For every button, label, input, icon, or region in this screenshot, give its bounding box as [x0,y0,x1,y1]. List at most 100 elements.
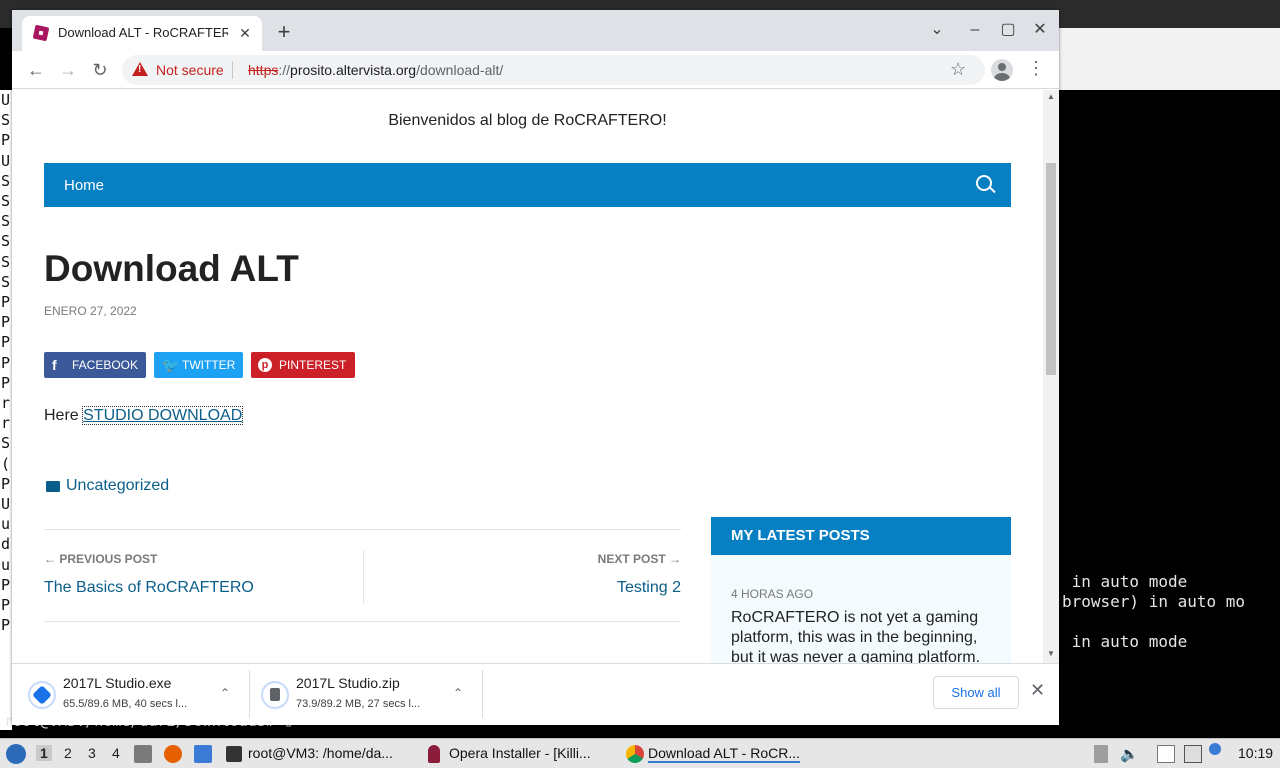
terminal-line-char: S [1,252,11,271]
terminal-line-char: P [1,474,11,493]
maximize-button[interactable]: ▢ [996,18,1020,42]
close-shelf-icon[interactable]: ✕ [1030,680,1045,701]
page-viewport: Bienvenidos al blog de RoCRAFTERO! Home … [12,90,1043,663]
volume-icon[interactable]: 🔈 [1120,745,1139,763]
next-post-link[interactable]: Testing 2 [617,579,681,597]
terminal-icon [226,746,242,762]
latest-post-time: 4 HORAS AGO [731,587,814,601]
terminal-output-line: in auto mode [1062,572,1188,591]
firefox-icon[interactable] [164,745,182,763]
tab-close-icon[interactable]: ✕ [236,24,254,42]
workspace-4[interactable]: 4 [112,745,120,761]
security-indicator[interactable]: Not secure [156,62,224,78]
desktop-icon[interactable] [194,745,212,763]
terminal-line-char: U [1,495,11,514]
terminal-line-char: S [1,212,11,231]
previous-post-link[interactable]: The Basics of RoCRAFTERO [44,579,254,597]
chevron-up-icon[interactable]: ⌃ [453,686,463,700]
next-post-label: NEXT POST → [597,552,681,566]
tab-search-icon[interactable]: ⌄ [925,18,949,42]
terminal-line-char: P [1,616,11,635]
tab-download-alt[interactable]: Download ALT - RoCRAFTERO ✕ [22,16,262,51]
terminal-output-line: in auto mode [1062,632,1188,651]
download-shelf: 2017L Studio.exe 65.5/89.6 MB, 40 secs l… [12,663,1059,725]
pinterest-icon: p [258,358,272,372]
zip-file-icon [261,681,289,709]
terminal-line-char: U [1,91,11,109]
terminal-line-char: S [1,192,11,211]
new-tab-button[interactable]: + [274,21,294,43]
terminal-line-char: S [1,434,11,453]
share-facebook-label: FACEBOOK [72,358,139,372]
terminal-line-char: P [1,333,11,352]
scroll-down-arrow-icon[interactable]: ▼ [1047,649,1055,658]
download-item[interactable]: 2017L Studio.zip 73.9/89.2 MB, 27 secs l… [245,664,482,726]
bookmark-star-icon[interactable]: ☆ [950,59,966,80]
terminal-output: in auto mode browser) in auto mo in auto … [1062,572,1245,652]
omnibox-divider [232,61,233,79]
terminal-line-char: P [1,353,11,372]
post-body-text: Here [44,407,84,424]
share-pinterest-label: PINTEREST [279,358,347,372]
latest-post-excerpt[interactable]: RoCRAFTERO is not yet a gaming platform,… [731,608,1001,663]
terminal-line-char: S [1,232,11,251]
workspace-1[interactable]: 1 [36,745,52,761]
task-opera-installer[interactable]: Opera Installer - [Killi... [449,745,591,761]
warning-icon[interactable] [132,62,148,76]
nav-home-link[interactable]: Home [64,177,104,194]
share-twitter-button[interactable]: 🐦 TWITTER [154,352,243,378]
page-scrollbar[interactable]: ▲ ▼ [1043,90,1059,663]
show-all-downloads-button[interactable]: Show all [933,676,1019,709]
task-terminal[interactable]: root@VM3: /home/da... [248,745,393,761]
terminal-line-char: P [1,575,11,594]
url-text[interactable]: https://prosito.altervista.org/download-… [248,62,503,78]
start-menu-icon[interactable] [6,744,26,764]
task-chrome[interactable]: Download ALT - RoCR... [648,745,800,763]
scrollbar-thumb[interactable] [1046,163,1056,375]
tray-scroll-icon[interactable] [1094,745,1108,763]
notification-icon[interactable] [1209,743,1221,755]
share-twitter-label: TWITTER [182,358,236,372]
workspace-3[interactable]: 3 [88,745,96,761]
terminal-line-char: P [1,596,11,615]
chevron-up-icon[interactable]: ⌃ [220,686,230,700]
reload-button[interactable]: ↻ [88,58,112,82]
back-button[interactable]: ← [24,58,48,82]
clipboard-icon[interactable] [1157,745,1175,763]
browser-menu-icon[interactable]: ⋮ [1027,58,1045,79]
post-date[interactable]: ENERO 27, 2022 [44,304,137,318]
post-nav-divider [363,550,364,604]
share-facebook-button[interactable]: f FACEBOOK [44,352,146,378]
terminal-line-char: P [1,131,11,150]
opera-installer-icon [428,745,440,763]
exe-file-icon [28,681,56,709]
minimize-button[interactable]: – [963,18,987,42]
terminal-menubar [1058,28,1280,90]
category-link[interactable]: Uncategorized [66,477,169,495]
workspace-2[interactable]: 2 [64,745,72,761]
studio-download-link[interactable]: STUDIO DOWNLOAD [82,406,244,425]
scroll-up-arrow-icon[interactable]: ▲ [1047,92,1055,101]
browser-window: Download ALT - RoCRAFTERO ✕ + ⌄ – ▢ ✕ ← … [12,10,1059,725]
url-host: prosito.altervista.org [290,62,417,78]
close-window-button[interactable]: ✕ [1028,18,1052,42]
terminal-line-char: U [1,151,11,170]
network-icon[interactable] [1184,745,1202,763]
terminal-line-char: r [1,414,11,433]
facebook-icon: f [52,357,57,373]
download-progress: 65.5/89.6 MB, 40 secs l... [63,698,188,710]
search-icon[interactable] [976,175,992,191]
site-nav-bar: Home [44,163,1011,207]
file-manager-icon[interactable] [134,745,152,763]
forward-button[interactable]: → [56,58,80,82]
url-scheme: https [248,62,279,78]
download-item[interactable]: 2017L Studio.exe 65.5/89.6 MB, 40 secs l… [12,664,249,726]
profile-avatar-icon[interactable] [991,59,1013,81]
folder-icon [46,481,60,492]
address-bar[interactable]: Not secure https://prosito.altervista.or… [122,55,985,85]
download-progress: 73.9/89.2 MB, 27 secs l... [296,698,421,710]
terminal-output-line: browser) in auto mo [1062,592,1246,611]
terminal-line-char: u [1,515,11,534]
download-filename: 2017L Studio.zip [296,675,400,691]
share-pinterest-button[interactable]: p PINTEREST [251,352,355,378]
